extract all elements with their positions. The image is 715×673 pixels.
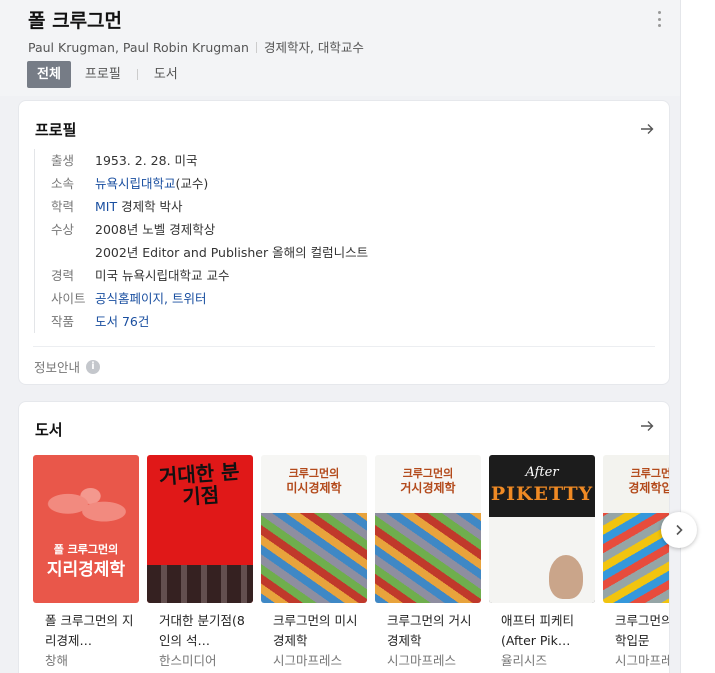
- profile-list: 출생 1953. 2. 28. 미국 소속 뉴욕시립대학교(교수) 학력 MIT…: [34, 149, 654, 333]
- works-link[interactable]: 도서 76건: [95, 314, 149, 329]
- cover-mosaic: [603, 513, 669, 603]
- book-title[interactable]: 애프터 피케티(After Pik…: [489, 611, 595, 651]
- profile-row-affiliation: 소속 뉴욕시립대학교(교수): [35, 172, 654, 195]
- book-card[interactable]: 폴 크루그먼의 지리경제학 폴 크루그먼의 지리경제… 창해: [33, 455, 139, 671]
- book-title[interactable]: 크루그먼의 경제학입문: [603, 611, 669, 651]
- profile-key: 출생: [51, 153, 75, 168]
- affiliation-link[interactable]: 뉴욕시립대학교: [95, 176, 176, 191]
- world-map-graphic: [41, 483, 131, 535]
- carousel-next-button[interactable]: [661, 512, 697, 548]
- profile-value: MIT 경제학 박사: [95, 195, 183, 218]
- cover-text: PIKETTY: [490, 483, 594, 505]
- scroll-gutter: [680, 0, 715, 673]
- affiliation-role: (교수): [175, 176, 209, 191]
- school-link[interactable]: MIT: [95, 199, 117, 214]
- profile-value: 도서 76건: [95, 310, 149, 333]
- cover-text: After: [525, 465, 559, 480]
- info-icon: i: [86, 359, 101, 374]
- book-publisher: 시그마프레스: [273, 653, 343, 668]
- tab-profile[interactable]: 프로필: [75, 61, 131, 88]
- tab-all[interactable]: 전체: [27, 61, 71, 88]
- profile-value: 2008년 노벨 경제학상 2002년 Editor and Publisher…: [95, 218, 368, 264]
- book-cover[interactable]: 크루그먼의 미시경제학: [261, 455, 367, 603]
- cover-text: 미시경제학: [286, 481, 342, 495]
- book-publisher: 창해: [45, 653, 69, 668]
- profile-title: 프로필: [35, 121, 77, 139]
- book-cover[interactable]: 크루그먼의 거시경제학: [375, 455, 481, 603]
- site-links[interactable]: 공식홈페이지, 트위터: [95, 291, 206, 306]
- book-title[interactable]: 거대한 분기점(8인의 석…: [147, 611, 253, 651]
- tab-bar: 전체 프로필 도서: [27, 61, 188, 88]
- profile-key: 사이트: [51, 291, 86, 306]
- book-card[interactable]: 거대한 분기점 거대한 분기점(8인의 석… 한스미디어: [147, 455, 253, 671]
- cover-photo-strip: [147, 565, 253, 603]
- more-options-icon[interactable]: [652, 10, 666, 28]
- cover-text: 거대한 분기점: [158, 459, 241, 510]
- profile-row-works: 작품 도서 76건: [35, 310, 654, 333]
- author-photo: [549, 555, 583, 599]
- cover-mosaic: [261, 513, 367, 603]
- page: 폴 크루그먼 Paul Krugman, Paul Robin Krugman 경…: [0, 0, 715, 673]
- divider: [136, 69, 138, 80]
- info-label: 정보안내: [34, 360, 81, 375]
- profile-key: 작품: [51, 314, 75, 329]
- book-card[interactable]: 크루그먼의 미시경제학 크루그먼의 미시경제학 시그마프레스: [261, 455, 367, 671]
- book-title[interactable]: 폴 크루그먼의 지리경제…: [33, 611, 139, 651]
- profile-value: 미국 뉴욕시립대학교 교수: [95, 268, 230, 283]
- profile-row-awards: 수상 2008년 노벨 경제학상 2002년 Editor and Publis…: [35, 218, 654, 264]
- book-card[interactable]: After PIKETTY 애프터 피케티(After Pik… 율리시즈: [489, 455, 595, 671]
- book-title[interactable]: 크루그먼의 거시경제학: [375, 611, 481, 651]
- book-publisher: 시그마프레스: [387, 653, 457, 668]
- person-names: Paul Krugman, Paul Robin Krugman: [28, 40, 249, 55]
- info-notice[interactable]: 정보안내 i: [34, 357, 101, 376]
- book-card[interactable]: 크루그먼의 경제학입문 크루그먼의 경제학입문 시그마프레스: [603, 455, 669, 671]
- book-card[interactable]: 크루그먼의 거시경제학 크루그먼의 거시경제학 시그마프레스: [375, 455, 481, 671]
- person-subline: Paul Krugman, Paul Robin Krugman 경제학자, 대학…: [28, 37, 364, 56]
- award-item: 2008년 노벨 경제학상: [95, 222, 216, 237]
- profile-key: 수상: [51, 222, 75, 237]
- cover-text: 거시경제학: [400, 481, 456, 495]
- profile-value: 공식홈페이지, 트위터: [95, 287, 206, 310]
- arrow-right-icon[interactable]: [639, 418, 655, 434]
- book-cover[interactable]: 거대한 분기점: [147, 455, 253, 603]
- award-item: 2002년 Editor and Publisher 올해의 컬럼니스트: [95, 245, 369, 260]
- books-card: 도서 폴 크루그먼의 지리경제학 폴 크루그먼의 지리경제… 창해 거대한 분기…: [18, 401, 670, 673]
- book-cover[interactable]: 크루그먼의 경제학입문: [603, 455, 669, 603]
- profile-key: 경력: [51, 268, 75, 283]
- arrow-right-icon[interactable]: [639, 121, 655, 137]
- cover-mosaic: [375, 513, 481, 603]
- book-cover[interactable]: 폴 크루그먼의 지리경제학: [33, 455, 139, 603]
- book-title[interactable]: 크루그먼의 미시경제학: [261, 611, 367, 651]
- books-title: 도서: [35, 421, 63, 439]
- profile-row-career: 경력 미국 뉴욕시립대학교 교수: [35, 264, 654, 287]
- book-cover[interactable]: After PIKETTY: [489, 455, 595, 603]
- degree-text: 경제학 박사: [117, 199, 183, 214]
- profile-value: 1953. 2. 28. 미국: [95, 153, 198, 168]
- profile-card: 프로필 출생 1953. 2. 28. 미국 소속 뉴욕시립대학교(교수) 학력…: [18, 100, 670, 385]
- profile-row-birth: 출생 1953. 2. 28. 미국: [35, 149, 654, 172]
- chevron-right-icon: [676, 524, 683, 536]
- cover-text: 지리경제학: [46, 560, 126, 580]
- tab-books[interactable]: 도서: [144, 61, 188, 88]
- profile-row-education: 학력 MIT 경제학 박사: [35, 195, 654, 218]
- book-shelf: 폴 크루그먼의 지리경제학 폴 크루그먼의 지리경제… 창해 거대한 분기점 거…: [33, 455, 669, 671]
- book-publisher: 한스미디어: [159, 653, 217, 668]
- page-title: 폴 크루그먼: [28, 10, 123, 32]
- cover-text: 경제학입문: [628, 481, 669, 495]
- profile-row-site: 사이트 공식홈페이지, 트위터: [35, 287, 654, 310]
- profile-key: 학력: [51, 199, 75, 214]
- book-publisher: 율리시즈: [501, 653, 548, 668]
- book-publisher: 시그마프레스: [615, 653, 669, 668]
- person-header: 폴 크루그먼 Paul Krugman, Paul Robin Krugman 경…: [0, 0, 688, 96]
- profile-key: 소속: [51, 176, 75, 191]
- profile-value: 뉴욕시립대학교(교수): [95, 172, 208, 195]
- divider: [255, 42, 257, 53]
- divider: [33, 346, 655, 347]
- person-occupation: 경제학자, 대학교수: [263, 40, 364, 55]
